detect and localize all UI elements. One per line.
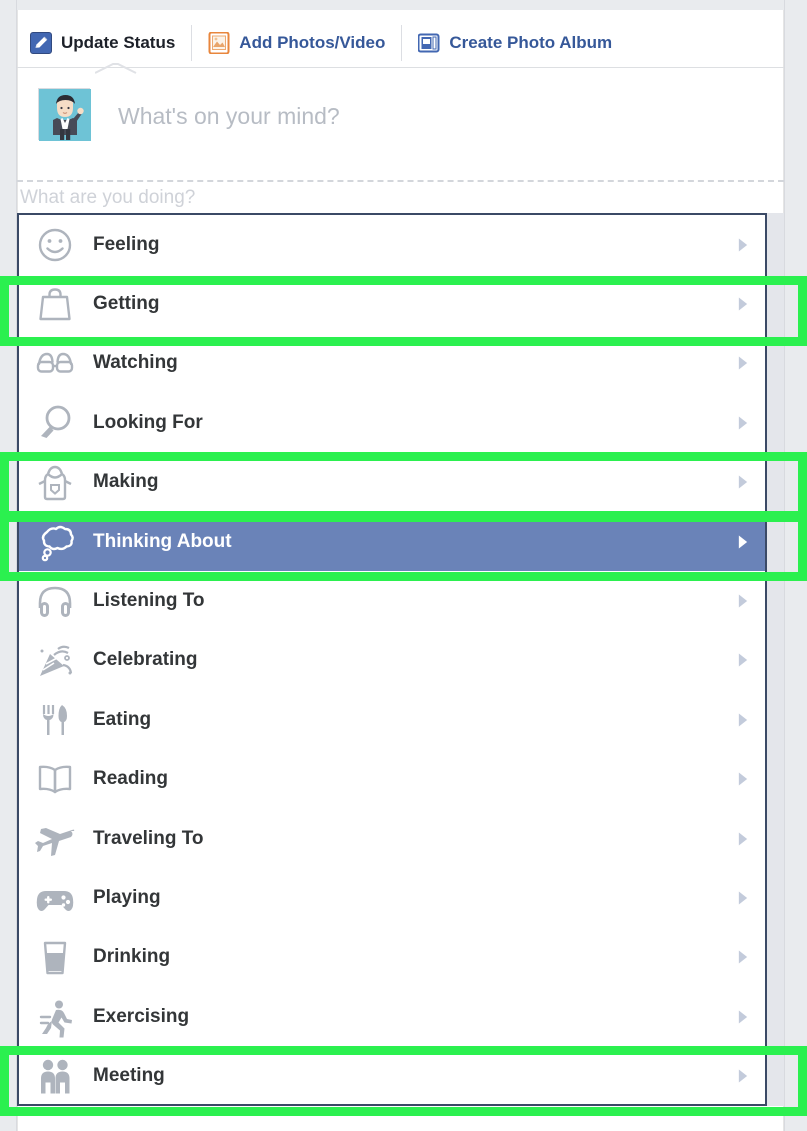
status-input-row[interactable]: What's on your mind? bbox=[17, 75, 784, 175]
activity-row-thinking-about[interactable]: Thinking About bbox=[19, 511, 765, 572]
chevron-right-icon[interactable] bbox=[737, 1009, 749, 1025]
activity-sub-prompt: What are you doing? bbox=[20, 187, 196, 208]
headphones-icon bbox=[34, 580, 76, 622]
cutlery-icon bbox=[34, 699, 76, 741]
two-people-icon bbox=[34, 1055, 76, 1097]
pencil-icon bbox=[30, 31, 52, 54]
activity-label-traveling-to: Traveling To bbox=[93, 827, 204, 849]
photo-frame-icon bbox=[208, 31, 230, 54]
activity-row-meeting[interactable]: Meeting bbox=[19, 1046, 765, 1104]
window-top-chrome bbox=[0, 0, 807, 10]
apron-icon bbox=[34, 461, 76, 503]
activity-label-listening-to: Listening To bbox=[93, 590, 205, 612]
activity-label-eating: Eating bbox=[93, 708, 152, 730]
activity-row-celebrating[interactable]: Celebrating bbox=[19, 630, 765, 691]
activity-label-exercising: Exercising bbox=[93, 1005, 190, 1027]
activity-row-drinking[interactable]: Drinking bbox=[19, 927, 765, 988]
running-person-icon bbox=[34, 996, 76, 1039]
chevron-right-icon[interactable] bbox=[737, 474, 749, 490]
activity-row-making[interactable]: Making bbox=[19, 452, 765, 512]
chevron-right-icon[interactable] bbox=[737, 652, 749, 668]
activity-row-eating[interactable]: Eating bbox=[19, 690, 765, 750]
chevron-right-icon[interactable] bbox=[737, 831, 749, 847]
chevron-right-icon[interactable] bbox=[737, 415, 749, 431]
glass-cup-icon bbox=[34, 936, 76, 978]
chevron-right-icon[interactable] bbox=[737, 712, 749, 728]
activity-row-watching[interactable]: Watching bbox=[19, 333, 765, 394]
chevron-right-icon[interactable] bbox=[737, 1068, 749, 1084]
tab-create-photo-album-label: Create Photo Album bbox=[449, 32, 613, 52]
album-icon bbox=[417, 32, 440, 54]
magnifier-icon bbox=[34, 402, 76, 444]
tab-add-photos-video[interactable]: Add Photos/Video bbox=[191, 24, 399, 61]
activity-label-playing: Playing bbox=[93, 886, 161, 908]
smiley-face-icon bbox=[34, 224, 76, 266]
activity-label-looking-for: Looking For bbox=[93, 411, 203, 433]
chevron-right-icon[interactable] bbox=[737, 949, 749, 965]
activity-row-exercising[interactable]: Exercising bbox=[19, 987, 765, 1047]
activity-row-traveling-to[interactable]: Traveling To bbox=[19, 808, 765, 869]
tab-add-photos-video-label: Add Photos/Video bbox=[239, 32, 386, 52]
activity-label-meeting: Meeting bbox=[93, 1065, 165, 1087]
window-right-chrome bbox=[784, 0, 807, 1131]
chevron-right-icon[interactable] bbox=[737, 890, 749, 906]
open-book-icon bbox=[34, 758, 76, 800]
tab-update-status[interactable]: Update Status bbox=[30, 25, 189, 61]
activity-row-getting[interactable]: Getting bbox=[19, 274, 765, 334]
chevron-right-icon[interactable] bbox=[737, 593, 749, 609]
chevron-right-icon[interactable] bbox=[737, 771, 749, 787]
tab-create-photo-album[interactable]: Create Photo Album bbox=[401, 24, 626, 61]
chevron-right-icon[interactable] bbox=[737, 237, 749, 253]
chevron-right-icon[interactable] bbox=[737, 534, 749, 550]
glasses-icon bbox=[34, 342, 76, 384]
activity-row-feeling[interactable]: Feeling bbox=[19, 215, 765, 275]
activity-label-getting: Getting bbox=[93, 293, 160, 315]
chevron-right-icon[interactable] bbox=[737, 355, 749, 371]
activity-list-scrollbar[interactable] bbox=[767, 213, 784, 1106]
composer-tab-bar: Update Status Add Photos/Video Create Ph… bbox=[17, 18, 784, 68]
activity-label-watching: Watching bbox=[93, 352, 178, 374]
activity-row-playing[interactable]: Playing bbox=[19, 868, 765, 928]
activity-label-reading: Reading bbox=[93, 768, 168, 790]
activity-label-celebrating: Celebrating bbox=[93, 649, 198, 671]
party-popper-icon bbox=[34, 639, 76, 681]
window-left-chrome bbox=[0, 0, 17, 1131]
activity-label-making: Making bbox=[93, 471, 159, 493]
composer-divider bbox=[17, 180, 784, 182]
thought-cloud-icon bbox=[34, 521, 76, 563]
tab-update-status-label: Update Status bbox=[61, 32, 176, 52]
activity-row-reading[interactable]: Reading bbox=[19, 749, 765, 809]
activity-label-thinking-about: Thinking About bbox=[93, 530, 232, 552]
activity-row-listening-to[interactable]: Listening To bbox=[19, 571, 765, 631]
chevron-right-icon[interactable] bbox=[737, 296, 749, 312]
gamepad-icon bbox=[34, 877, 76, 919]
activity-label-drinking: Drinking bbox=[93, 946, 171, 968]
shopping-bag-icon bbox=[34, 283, 76, 325]
app-frame: Update Status Add Photos/Video Create Ph… bbox=[0, 0, 807, 1131]
activity-row-looking-for[interactable]: Looking For bbox=[19, 393, 765, 453]
airplane-icon bbox=[34, 818, 76, 860]
status-input-placeholder[interactable]: What's on your mind? bbox=[118, 103, 340, 130]
avatar bbox=[38, 88, 91, 141]
activity-list: Feeling Getting Watching Looking For Making T… bbox=[17, 213, 767, 1106]
activity-label-feeling: Feeling bbox=[93, 233, 160, 255]
